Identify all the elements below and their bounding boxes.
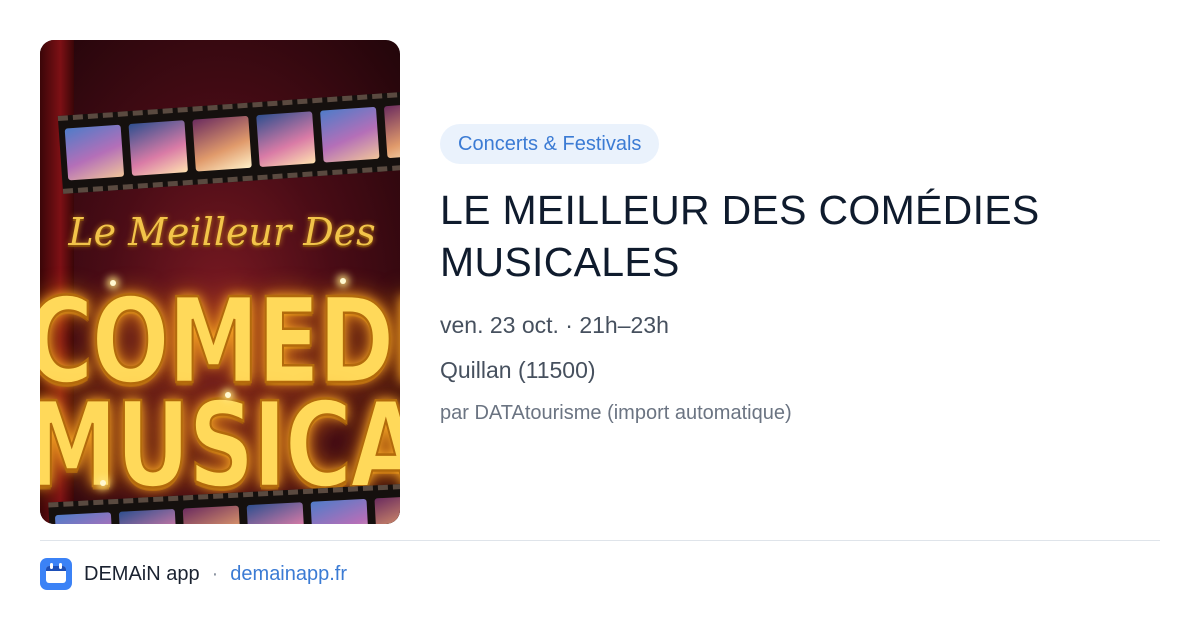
footer-divider: [40, 540, 1160, 541]
event-poster-image[interactable]: Le Meilleur Des COMEDIES MUSICALES: [40, 40, 400, 524]
event-location: Quillan (11500): [440, 357, 596, 383]
event-title-line2: MUSICALES: [440, 239, 680, 285]
footer: DEMAiN app · demainapp.fr: [40, 558, 347, 590]
poster-filmstrip-top: [57, 88, 400, 194]
category-badge[interactable]: Concerts & Festivals: [440, 124, 660, 164]
app-name: DEMAiN app: [84, 562, 200, 585]
calendar-app-icon: [40, 558, 72, 590]
event-source: par DATAtourisme (import automatique): [440, 402, 792, 424]
poster-script-text: Le Meilleur Des: [68, 210, 376, 254]
footer-separator: ·: [211, 562, 219, 585]
site-link[interactable]: demainapp.fr: [230, 563, 347, 586]
event-title-line1: LE MEILLEUR DES COMÉDIES: [440, 187, 1040, 233]
event-datetime: ven. 23 oct. · 21h–23h: [440, 312, 669, 338]
event-title[interactable]: LE MEILLEUR DES COMÉDIES MUSICALES: [440, 184, 1160, 288]
